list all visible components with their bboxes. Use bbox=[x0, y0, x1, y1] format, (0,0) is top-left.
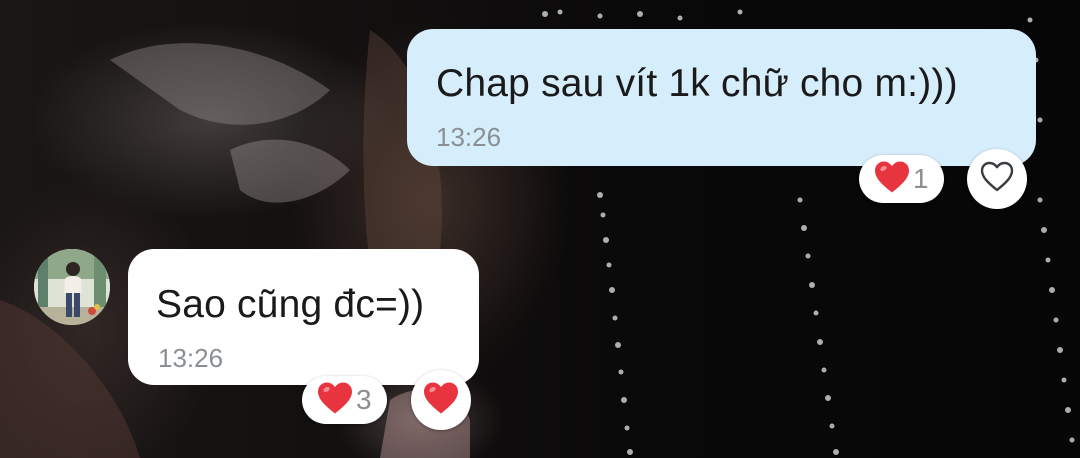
reaction-count: 1 bbox=[913, 163, 929, 194]
reaction-count: 3 bbox=[356, 384, 372, 415]
red-heart-icon bbox=[316, 381, 354, 420]
reaction-summary[interactable]: 3 bbox=[302, 376, 387, 424]
heart-outline-icon bbox=[979, 160, 1015, 198]
message-text: Chap sau vít 1k chữ cho m:))) bbox=[436, 62, 958, 105]
red-heart-icon bbox=[873, 160, 911, 199]
user-avatar[interactable] bbox=[34, 249, 110, 325]
message-timestamp: 13:26 bbox=[436, 122, 502, 152]
red-heart-icon bbox=[422, 381, 460, 420]
reaction-summary[interactable]: 1 bbox=[859, 155, 944, 203]
outgoing-message-bubble[interactable]: Chap sau vít 1k chữ cho m:))) 13:26 bbox=[407, 29, 1036, 166]
incoming-message-bubble[interactable]: Sao cũng đc=)) 13:26 bbox=[128, 249, 479, 385]
message-timestamp: 13:26 bbox=[158, 343, 224, 373]
message-text: Sao cũng đc=)) bbox=[156, 283, 425, 326]
avatar-photo bbox=[34, 249, 110, 325]
react-button[interactable] bbox=[967, 149, 1027, 209]
react-button[interactable] bbox=[411, 370, 471, 430]
